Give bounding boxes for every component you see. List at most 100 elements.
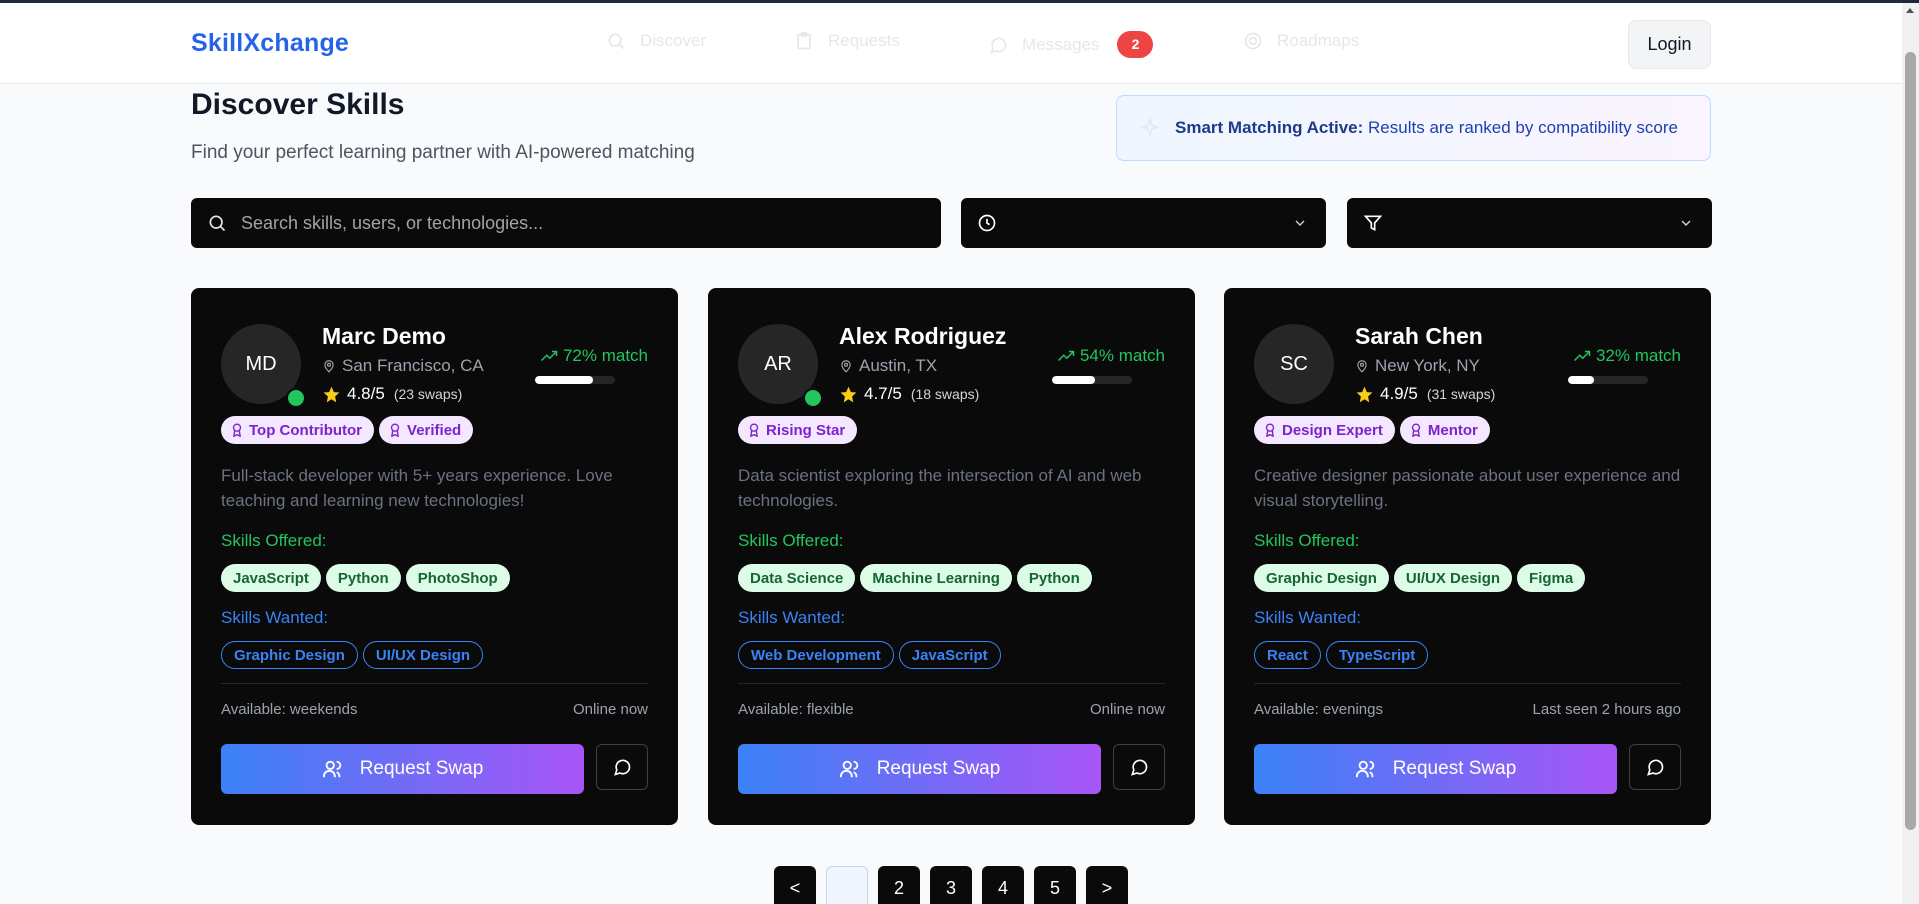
card-divider	[738, 683, 1165, 684]
award-icon	[1410, 423, 1422, 437]
page-button-2[interactable]: 2	[878, 866, 920, 904]
nav-roadmaps[interactable]: Roadmaps	[1243, 31, 1359, 51]
users-icon	[1355, 758, 1377, 780]
prev-page-button[interactable]: <	[774, 866, 816, 904]
page-button-5[interactable]: 5	[1034, 866, 1076, 904]
message-icon	[1129, 757, 1149, 777]
match-text: 54% match	[1079, 346, 1165, 365]
rating-value: 4.9/5	[1380, 384, 1418, 403]
request-swap-label: Request Swap	[1392, 758, 1517, 779]
skill-offered-tag[interactable]: JavaScript	[221, 564, 321, 592]
message-icon	[612, 757, 632, 777]
message-user-button[interactable]	[1629, 744, 1681, 790]
availability-text: Available: weekends	[221, 701, 358, 718]
card-divider	[1254, 683, 1681, 684]
user-name[interactable]: Marc Demo	[322, 323, 446, 350]
message-user-button[interactable]	[596, 744, 648, 790]
skill-offered-tag[interactable]: Python	[325, 564, 401, 592]
match-progress-bar	[1052, 376, 1132, 384]
page-button-3[interactable]: 3	[930, 866, 972, 904]
skill-offered-tag[interactable]: Python	[1016, 564, 1092, 592]
skill-wanted-tag[interactable]: JavaScript	[898, 641, 1001, 669]
skill-offered-tag[interactable]: Data Science	[738, 564, 856, 592]
location-text: San Francisco, CA	[342, 356, 484, 375]
nav-discover[interactable]: Discover	[606, 31, 706, 51]
badge-label: Top Contributor	[249, 421, 363, 439]
swap-count: (31 swaps)	[1426, 386, 1496, 402]
user-name[interactable]: Alex Rodriguez	[839, 323, 1006, 350]
badge-label: Mentor	[1427, 421, 1478, 439]
skill-wanted-tag[interactable]: Web Development	[738, 641, 894, 669]
skill-wanted-tag[interactable]: React	[1254, 641, 1321, 669]
request-swap-label: Request Swap	[876, 758, 1001, 779]
request-swap-label: Request Swap	[359, 758, 484, 779]
award-icon	[389, 423, 401, 437]
location-text: Austin, TX	[859, 356, 938, 375]
skills-offered-list: Data Science Machine Learning Python	[738, 564, 1092, 592]
nav-roadmaps-label: Roadmaps	[1277, 31, 1360, 50]
map-pin-icon	[839, 358, 853, 374]
message-user-button[interactable]	[1113, 744, 1165, 790]
skills-offered-heading: Skills Offered:	[1254, 531, 1360, 550]
brand-logo[interactable]: SkillXchange	[191, 29, 349, 58]
login-button[interactable]: Login	[1628, 20, 1711, 69]
skills-offered-list: JavaScript Python PhotoShop	[221, 564, 510, 592]
match-score: 32% match	[1573, 346, 1681, 366]
card-divider	[221, 683, 648, 684]
avatar[interactable]: SC	[1254, 324, 1334, 404]
request-swap-button[interactable]: Request Swap	[738, 744, 1101, 794]
search-input[interactable]	[241, 212, 921, 234]
swap-count: (18 swaps)	[910, 386, 980, 402]
chevron-down-icon	[1681, 220, 1691, 226]
achievement-badge: Top Contributor	[221, 416, 375, 444]
user-rating: 4.9/5 (31 swaps)	[1355, 384, 1495, 404]
skill-wanted-tag[interactable]: Graphic Design	[221, 641, 358, 669]
user-card: SC Sarah Chen New York, NY 4.9/5 (31 swaps) 3…	[1224, 288, 1711, 825]
award-icon	[1264, 423, 1276, 437]
category-filter-select[interactable]	[1347, 198, 1712, 248]
smart-matching-bold: Smart Matching Active:	[1175, 118, 1364, 137]
nav-messages-label: Messages	[1022, 34, 1100, 54]
user-name[interactable]: Sarah Chen	[1355, 323, 1483, 350]
user-rating: 4.7/5 (18 swaps)	[839, 384, 979, 404]
user-bio: Full-stack developer with 5+ years exper…	[221, 466, 613, 510]
match-text: 32% match	[1595, 346, 1681, 365]
trending-up-icon	[1057, 349, 1075, 363]
online-status-text: Last seen 2 hours ago	[1532, 701, 1681, 718]
skill-offered-tag[interactable]: Machine Learning	[860, 564, 1012, 592]
map-pin-icon	[322, 358, 336, 374]
skill-wanted-tag[interactable]: TypeScript	[1325, 641, 1429, 669]
match-progress-bar	[535, 376, 615, 384]
match-score: 72% match	[540, 346, 648, 366]
star-icon	[322, 385, 341, 404]
skill-offered-tag[interactable]: UI/UX Design	[1393, 564, 1513, 592]
nav-messages[interactable]: Messages 2	[988, 31, 1154, 58]
smart-matching-description: Results are ranked by compatibility scor…	[1368, 118, 1678, 137]
availability-select[interactable]	[961, 198, 1326, 248]
scrollbar-thumb[interactable]	[1905, 52, 1916, 830]
skills-wanted-list: React TypeScript	[1254, 641, 1429, 669]
skill-wanted-tag[interactable]: UI/UX Design	[362, 641, 484, 669]
page-button-4[interactable]: 4	[982, 866, 1024, 904]
message-icon	[990, 37, 1007, 54]
skill-offered-tag[interactable]: Graphic Design	[1254, 564, 1389, 592]
badge-label: Verified	[407, 421, 462, 439]
trending-up-icon	[1573, 349, 1591, 363]
nav-requests[interactable]: Requests	[794, 31, 900, 51]
clock-icon	[978, 214, 996, 232]
star-icon	[1355, 385, 1374, 404]
badge-label: Design Expert	[1282, 421, 1383, 439]
request-swap-button[interactable]: Request Swap	[1254, 744, 1617, 794]
request-swap-button[interactable]: Request Swap	[221, 744, 584, 794]
messages-count-badge: 2	[1117, 31, 1154, 58]
award-icon	[748, 423, 760, 437]
next-page-button[interactable]: >	[1086, 866, 1128, 904]
user-rating: 4.8/5 (23 swaps)	[322, 384, 462, 404]
badge-list: Top Contributor Verified	[221, 416, 474, 444]
skill-offered-tag[interactable]: Figma	[1517, 564, 1586, 592]
scroll-up-arrow-icon[interactable]	[1906, 8, 1914, 13]
page-button-1[interactable]: 1	[826, 866, 868, 904]
badge-list: Design Expert Mentor	[1254, 416, 1490, 444]
online-status-text: Online now	[572, 701, 648, 718]
skill-offered-tag[interactable]: PhotoShop	[405, 564, 510, 592]
